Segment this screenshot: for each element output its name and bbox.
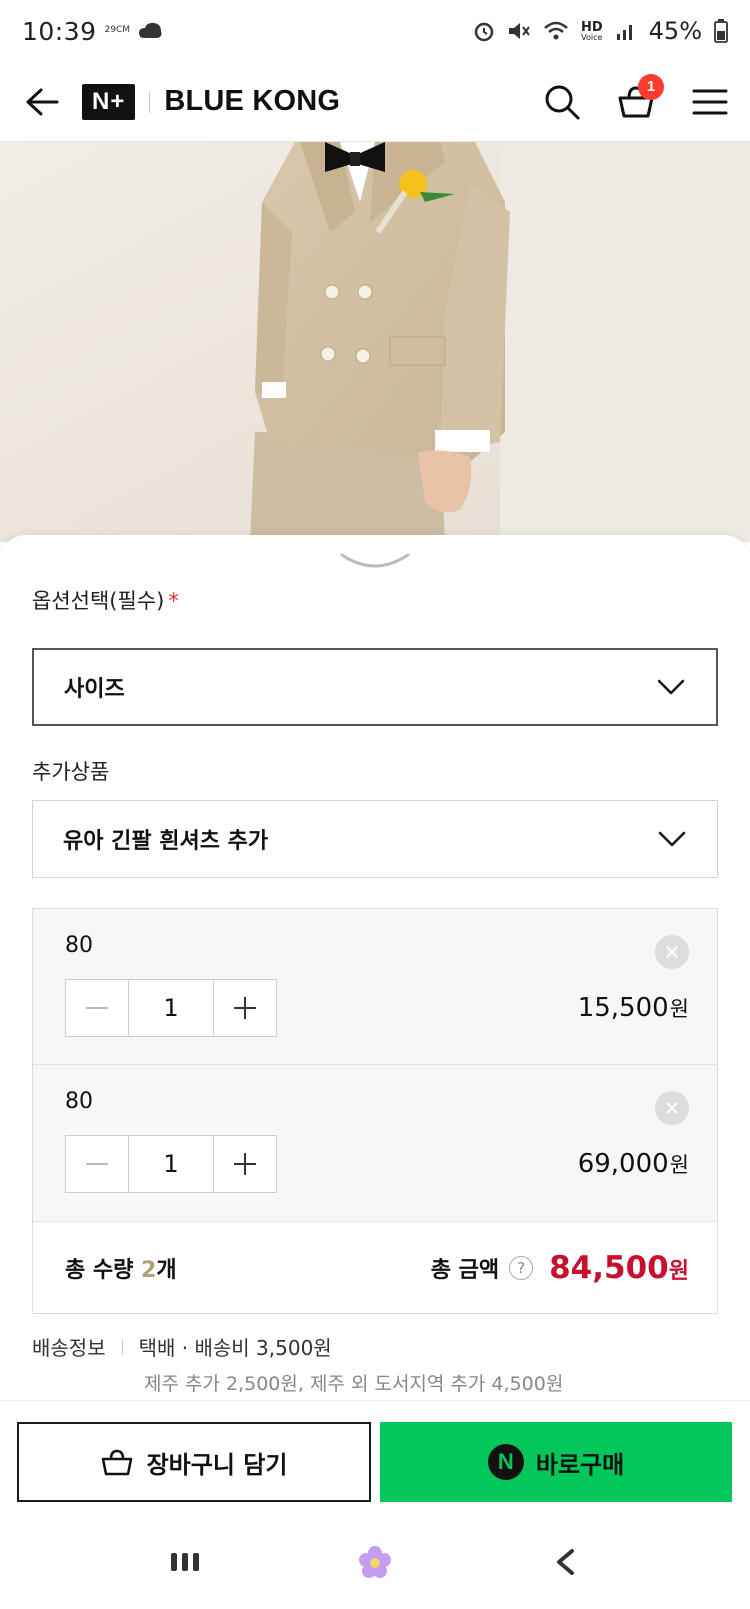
cart-button[interactable]: 1 — [616, 73, 664, 122]
basket-icon — [101, 1449, 132, 1476]
selected-items: 80 1 15,500원 80 1 69,000원 총 수량 2개 총 금액 ?… — [32, 908, 718, 1314]
chevron-left-icon — [557, 1549, 574, 1575]
total-amount-label: 총 금액 — [430, 1257, 500, 1283]
addon-select[interactable]: 유아 긴팔 흰셔츠 추가 — [32, 800, 718, 878]
chevron-down-icon — [657, 679, 685, 695]
quantity-value[interactable]: 1 — [128, 1136, 214, 1192]
buy-now-button[interactable]: N 바로구매 — [380, 1422, 732, 1502]
help-icon[interactable]: ? — [509, 1255, 534, 1280]
item-price-value: 69,000 — [577, 1149, 669, 1179]
shipping-fee: 택배 · 배송비 3,500원 — [138, 1336, 332, 1360]
minus-icon — [86, 1163, 108, 1165]
add-to-cart-label: 장바구니 담기 — [146, 1450, 288, 1479]
total-amount-group: 총 금액 ? 84,500원 — [431, 1250, 689, 1286]
app-header: N+ BLUE KONG 1 — [0, 62, 750, 142]
hamburger-icon — [692, 89, 728, 114]
quantity-stepper: 1 — [65, 1135, 277, 1193]
plus-icon — [234, 997, 256, 1019]
wifi-icon — [544, 21, 568, 40]
total-amount-unit: 원 — [668, 1258, 689, 1284]
search-icon — [545, 85, 580, 119]
total-qty-value: 2 — [141, 1257, 157, 1283]
total-amount: 84,500원 — [549, 1250, 689, 1286]
shipping-extra: 제주 추가 2,500원, 제주 외 도서지역 추가 4,500원 — [144, 1373, 564, 1395]
size-select[interactable]: 사이즈 — [32, 648, 718, 726]
total-qty-prefix: 총 수량 — [65, 1257, 142, 1283]
buy-now-label: 바로구매 — [535, 1450, 625, 1479]
item-option: 80 — [65, 1089, 93, 1114]
add-to-cart-button[interactable]: 장바구니 담기 — [17, 1422, 371, 1502]
increase-button[interactable] — [214, 980, 276, 1036]
system-nav-bar — [0, 1515, 750, 1609]
flower-home-icon — [359, 1546, 391, 1578]
item-price-unit: 원 — [669, 997, 689, 1021]
cart-count-badge: 1 — [638, 73, 664, 100]
quantity-value[interactable]: 1 — [128, 980, 214, 1036]
status-right: HD Voice 45% — [473, 17, 728, 45]
quantity-stepper: 1 — [65, 979, 277, 1037]
addon-label: 추가상품 — [32, 760, 110, 784]
status-left: 10:39 29CM — [22, 17, 164, 46]
total-qty-suffix: 개 — [156, 1257, 177, 1283]
size-select-label: 사이즈 — [64, 677, 125, 702]
signal-icon — [616, 25, 632, 40]
plus-icon — [234, 1153, 256, 1175]
back-arrow-icon — [26, 88, 59, 115]
voice-label: Voice — [581, 32, 603, 42]
cloud-icon — [139, 22, 162, 38]
product-image[interactable] — [0, 142, 750, 542]
total-quantity: 총 수량 2개 — [65, 1252, 177, 1284]
status-app-label: 29CM — [104, 25, 131, 35]
minus-icon — [86, 1007, 108, 1009]
menu-button[interactable] — [690, 82, 730, 122]
hd-voice-indicator: HD Voice — [581, 21, 603, 42]
home-button[interactable] — [355, 1542, 395, 1582]
increase-button[interactable] — [214, 1136, 276, 1192]
option-required-label: 옵션선택(필수) * — [32, 585, 179, 615]
system-back-button[interactable] — [545, 1542, 585, 1582]
alarm-icon — [474, 22, 494, 42]
decrease-button[interactable] — [66, 980, 128, 1036]
hd-label: HD — [580, 19, 603, 35]
shipping-divider — [121, 1338, 123, 1355]
action-bar: 장바구니 담기 N 바로구매 — [0, 1400, 750, 1510]
shipping-label: 배송정보 — [32, 1336, 106, 1360]
required-mark: * — [168, 589, 179, 613]
item-price: 69,000원 — [578, 1149, 689, 1179]
store-name[interactable]: BLUE KONG — [164, 85, 340, 118]
header-actions: 1 — [542, 73, 730, 122]
item-option: 80 — [65, 933, 93, 958]
brand-divider — [149, 90, 151, 113]
item-price-value: 15,500 — [577, 993, 669, 1023]
remove-item-button[interactable] — [655, 935, 689, 969]
decrease-button[interactable] — [66, 1136, 128, 1192]
recents-button[interactable] — [165, 1542, 205, 1582]
brand-badge[interactable]: N+ — [82, 83, 136, 120]
option-required-text: 옵션선택(필수) — [32, 589, 165, 613]
close-icon — [666, 946, 678, 958]
close-icon — [666, 1102, 678, 1114]
list-item: 80 1 69,000원 — [33, 1064, 717, 1219]
sheet-collapse-handle[interactable] — [340, 551, 410, 571]
total-summary: 총 수량 2개 총 금액 ? 84,500원 — [33, 1221, 717, 1313]
total-amount-value: 84,500 — [549, 1249, 669, 1286]
shipping-info: 배송정보 택배 · 배송비 3,500원 제주 추가 2,500원, 제주 외 … — [32, 1332, 563, 1396]
battery-percent: 45% — [648, 17, 702, 45]
chevron-down-icon — [658, 831, 686, 847]
battery-icon — [714, 19, 728, 43]
status-bar: 10:39 29CM HD Voice 45% — [0, 0, 750, 62]
shipping-row: 배송정보 택배 · 배송비 3,500원 — [32, 1332, 563, 1361]
list-item: 80 1 15,500원 — [33, 909, 717, 1064]
product-photo-graphic — [0, 142, 750, 542]
mute-icon — [508, 23, 530, 39]
search-button[interactable] — [542, 82, 582, 122]
back-button[interactable] — [22, 82, 62, 122]
naver-pay-icon: N — [487, 1444, 524, 1480]
item-price-unit: 원 — [669, 1153, 689, 1177]
addon-select-label: 유아 긴팔 흰셔츠 추가 — [63, 829, 269, 854]
recents-icon — [171, 1553, 199, 1571]
status-time: 10:39 — [22, 16, 97, 46]
remove-item-button[interactable] — [655, 1091, 689, 1125]
item-price: 15,500원 — [578, 993, 689, 1023]
